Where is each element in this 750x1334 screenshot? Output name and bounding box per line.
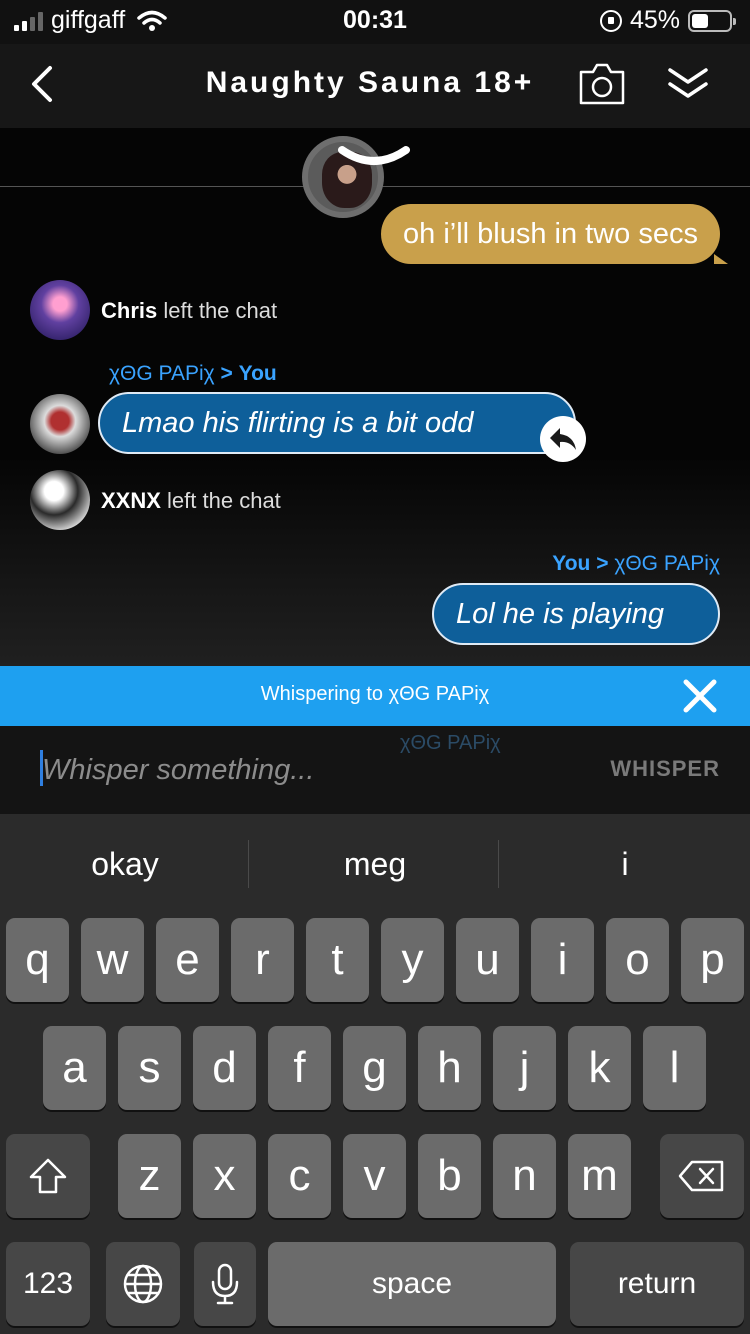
key-a[interactable]: a — [43, 1026, 106, 1110]
room-title: Naughty Sauna 18+ — [205, 66, 535, 99]
key-q[interactable]: q — [6, 918, 69, 1002]
avatar[interactable] — [30, 280, 90, 340]
key-m[interactable]: m — [568, 1134, 631, 1218]
own-message-bubble[interactable]: oh i’ll blush in two secs — [381, 204, 728, 264]
camera-button[interactable] — [578, 62, 626, 106]
key-s[interactable]: s — [118, 1026, 181, 1110]
whisper-banner: Whispering to χΘG PAPiχ — [0, 666, 750, 726]
key-l[interactable]: l — [643, 1026, 706, 1110]
suggestion-divider — [248, 840, 249, 888]
reply-button[interactable] — [540, 416, 586, 462]
whisper-bubble-incoming[interactable]: Lmao his flirting is a bit odd — [98, 392, 576, 454]
numbers-key[interactable]: 123 — [6, 1242, 90, 1326]
return-key-label: return — [617, 1267, 697, 1300]
camera-icon — [579, 63, 625, 105]
key-k[interactable]: k — [568, 1026, 631, 1110]
shift-key[interactable] — [6, 1134, 90, 1218]
key-g[interactable]: g — [343, 1026, 406, 1110]
battery-percent: 45% — [629, 6, 680, 34]
key-x[interactable]: x — [193, 1134, 256, 1218]
numbers-key-label: 123 — [22, 1267, 74, 1300]
microphone-icon — [211, 1263, 239, 1305]
key-n[interactable]: n — [493, 1134, 556, 1218]
chat-feed[interactable]: oh i’ll blush in two secs Chris left the… — [0, 128, 750, 666]
key-b[interactable]: b — [418, 1134, 481, 1218]
key-j[interactable]: j — [493, 1026, 556, 1110]
key-f[interactable]: f — [268, 1026, 331, 1110]
key-w[interactable]: w — [81, 918, 144, 1002]
chevron-down-icon[interactable] — [336, 144, 412, 174]
key-z[interactable]: z — [118, 1134, 181, 1218]
system-message: Chris left the chat — [101, 298, 277, 324]
key-o[interactable]: o — [606, 918, 669, 1002]
space-key[interactable]: space — [268, 1242, 556, 1326]
whisper-arrow: > — [220, 362, 233, 385]
system-message: XXNX left the chat — [101, 488, 281, 514]
whisper-arrow: > — [596, 552, 609, 575]
suggestion-bar: okay meg i — [0, 814, 750, 914]
whisper-header: χΘG PAPiχ > You — [109, 362, 277, 386]
suggestion-item[interactable]: meg — [250, 846, 500, 883]
close-icon[interactable] — [682, 678, 718, 714]
key-r[interactable]: r — [231, 918, 294, 1002]
system-message-text: left the chat — [167, 488, 281, 513]
key-v[interactable]: v — [343, 1134, 406, 1218]
whisper-sender: χΘG PAPiχ — [109, 362, 215, 385]
whisper-sender: You — [552, 552, 591, 575]
whisper-banner-text: Whispering to χΘG PAPiχ — [260, 683, 490, 705]
keyboard: okay meg i q w e r t y u i o p a s d f g… — [0, 814, 750, 1334]
whisper-recipient: χΘG PAPiχ — [614, 552, 720, 575]
whisper-bubble-outgoing[interactable]: Lol he is playing — [432, 583, 720, 645]
key-u[interactable]: u — [456, 918, 519, 1002]
suggestion-divider — [498, 840, 499, 888]
system-message-user: Chris — [101, 298, 158, 323]
space-key-label: space — [371, 1267, 453, 1300]
key-t[interactable]: t — [306, 918, 369, 1002]
status-right: 45% — [599, 6, 736, 35]
double-chevron-down-icon — [668, 68, 708, 98]
key-e[interactable]: e — [156, 918, 219, 1002]
globe-icon — [123, 1264, 163, 1304]
suggestion-item[interactable]: i — [500, 846, 750, 883]
system-message-user: XXNX — [101, 488, 161, 513]
key-h[interactable]: h — [418, 1026, 481, 1110]
whisper-input[interactable] — [42, 750, 562, 790]
orientation-lock-icon — [599, 9, 622, 32]
message-input-bar: χΘG PAPiχ WHISPER — [0, 726, 750, 814]
dictation-key[interactable] — [194, 1242, 256, 1326]
battery-icon — [688, 9, 736, 32]
system-message-text: left the chat — [163, 298, 278, 323]
whisper-header: You > χΘG PAPiχ — [552, 552, 720, 576]
backspace-key[interactable] — [660, 1134, 744, 1218]
reply-icon — [550, 428, 576, 450]
avatar[interactable] — [30, 470, 90, 530]
status-bar: giffgaff 00:31 45% — [0, 0, 750, 44]
collapse-button[interactable] — [664, 62, 712, 106]
return-key[interactable]: return — [570, 1242, 744, 1326]
key-y[interactable]: y — [381, 918, 444, 1002]
key-d[interactable]: d — [193, 1026, 256, 1110]
backspace-icon — [678, 1160, 724, 1192]
whisper-send-button[interactable]: WHISPER — [610, 756, 720, 782]
key-c[interactable]: c — [268, 1134, 331, 1218]
suggestion-item[interactable]: okay — [0, 846, 250, 883]
globe-key[interactable] — [106, 1242, 180, 1326]
chat-header: Naughty Sauna 18+ — [0, 44, 750, 128]
shift-icon — [29, 1158, 67, 1194]
key-p[interactable]: p — [681, 918, 744, 1002]
whisper-recipient: You — [238, 362, 277, 385]
avatar[interactable] — [30, 394, 90, 454]
key-i[interactable]: i — [531, 918, 594, 1002]
